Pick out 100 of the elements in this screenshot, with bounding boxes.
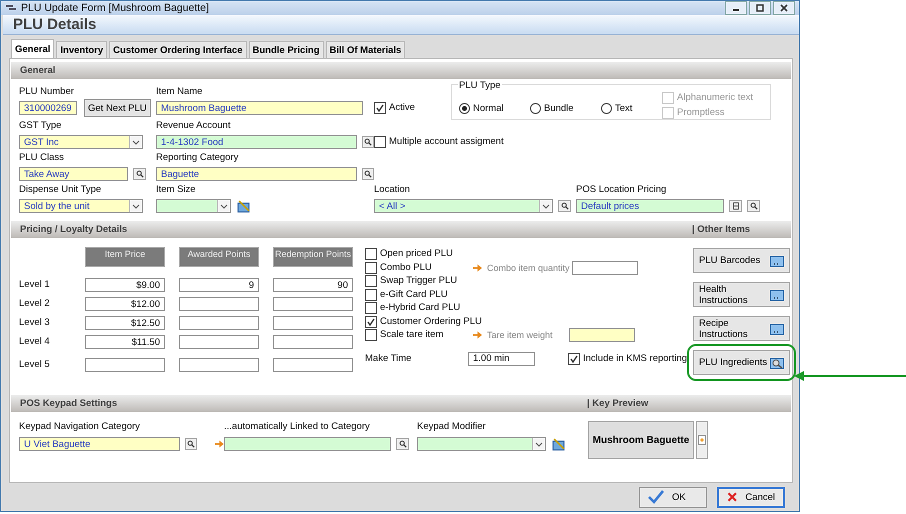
price-input[interactable] [273,335,353,350]
tab[interactable]: General [11,39,54,58]
maximize-button[interactable] [749,1,771,15]
option-checkbox[interactable]: Scale tare item [365,329,444,342]
checkmark-icon [375,103,385,114]
keypad-modifier-dropdown[interactable] [417,437,546,452]
plu-number-field[interactable]: 310000269 [19,101,77,116]
input-field[interactable] [572,260,638,275]
edit-list-icon[interactable] [552,438,565,451]
price-input[interactable] [179,335,259,350]
price-input[interactable] [179,297,259,312]
dispense-unit-type-dropdown[interactable]: Sold by the unit [19,199,143,214]
make-time-field[interactable]: 1.00 min [468,352,535,366]
keypad-navigation-field[interactable]: U Viet Baguette [19,437,180,452]
option-checkbox[interactable]: Customer Ordering PLU [365,316,482,328]
section-title: Pricing / Loyalty Details [19,224,128,236]
radio-button[interactable]: Bundle [530,102,594,115]
chevron-down-icon [132,140,140,145]
reporting-category-field[interactable]: Baguette [156,167,357,182]
checkmark-icon [648,490,664,504]
field-label: Keypad Navigation Category [19,421,141,434]
price-input[interactable]: $12.50 [85,316,165,330]
search-icon [136,170,144,178]
other-item-button[interactable]: Health Instructions [693,282,790,308]
tab[interactable]: Customer Ordering Interface [109,41,246,58]
search-button[interactable] [133,168,146,180]
close-button[interactable] [773,1,795,15]
arrow-icon [473,331,482,340]
field-label: POS Location Pricing [576,184,668,196]
price-input[interactable] [273,358,353,372]
list-button[interactable] [729,200,742,212]
kms-checkbox[interactable]: Include in KMS reporting [568,352,688,365]
level-label: Level 2 [19,297,51,312]
option-checkbox[interactable]: Swap Trigger PLU [365,275,458,288]
cancel-button[interactable]: Cancel [717,486,785,508]
search-button[interactable] [747,200,760,212]
search-button[interactable] [362,168,374,180]
search-icon [770,356,784,369]
field-label: PLU Class [19,152,65,164]
price-input[interactable]: $9.00 [85,278,165,292]
location-dropdown[interactable]: < All > [374,199,553,214]
level-label: Level 4 [19,335,51,350]
radio-button[interactable]: Text [601,102,665,115]
price-input[interactable]: 90 [273,278,353,292]
item-name-field[interactable]: Mushroom Baguette [156,101,363,116]
field-label: Combo item quantity [487,262,570,273]
search-icon [750,202,758,210]
edit-list-icon[interactable] [237,200,250,213]
field-label: PLU Number [19,86,75,98]
minimize-button[interactable] [725,1,747,15]
search-icon [186,440,195,448]
list-window-icon [770,288,784,301]
input-field[interactable] [569,328,635,342]
search-icon [560,202,568,210]
price-input[interactable]: 9 [179,278,259,292]
field-label: Keypad Modifier [417,421,487,434]
radio-button[interactable]: Normal [459,102,523,115]
search-button[interactable] [396,438,409,450]
price-input[interactable]: $12.00 [85,297,165,312]
price-input[interactable] [179,316,259,330]
image-button[interactable] [696,421,708,460]
option-checkbox[interactable]: e-Hybrid Card PLU [365,302,460,314]
column-header: Item Price [85,247,165,268]
linked-category-field[interactable] [224,437,391,452]
get-next-plu-button[interactable]: Get Next PLU [84,99,151,118]
multiple-account-checkbox[interactable]: Multiple account assigment [374,136,504,148]
field-label: GST Type [19,120,62,132]
field-label: Item Name [156,86,204,98]
search-button[interactable] [558,200,571,212]
field-label: Dispense Unit Type [19,184,102,196]
option-checkbox[interactable]: e-Gift Card PLU [365,288,448,301]
other-item-button[interactable]: PLU Barcodes [693,248,790,274]
other-item-button[interactable]: PLU Ingredients [693,350,790,376]
price-input[interactable] [85,358,165,372]
price-input[interactable]: $11.50 [85,335,165,350]
section-title: POS Keypad Settings [19,398,118,410]
gst-type-dropdown[interactable]: GST Inc [19,135,143,150]
close-icon [727,490,738,504]
tab[interactable]: Bill Of Materials [326,41,406,58]
ok-button[interactable]: OK [639,486,707,508]
price-input[interactable] [273,316,353,330]
tab[interactable]: Inventory [56,41,108,58]
revenue-account-field[interactable]: 1-4-1302 Food [156,135,357,150]
key-preview-button[interactable]: Mushroom Baguette [588,421,694,460]
active-checkbox[interactable]: Active [374,102,415,114]
plu-class-field[interactable]: Take Away [19,167,128,182]
pos-location-pricing-field[interactable]: Default prices [576,199,724,214]
other-item-button[interactable]: Recipe Instructions [693,316,790,342]
tab[interactable]: Bundle Pricing [248,41,324,58]
option-checkbox[interactable]: Combo PLU [365,262,432,274]
list-window-icon [770,322,784,335]
field-label: Revenue Account [156,120,232,132]
form-header: PLU Details [13,16,96,34]
search-button[interactable] [362,136,374,148]
item-size-dropdown[interactable] [156,199,231,214]
option-checkbox[interactable]: Open priced PLU [365,248,453,260]
price-input[interactable] [273,297,353,312]
price-input[interactable] [179,358,259,372]
checkmark-icon [366,316,376,327]
search-button[interactable] [184,438,198,450]
